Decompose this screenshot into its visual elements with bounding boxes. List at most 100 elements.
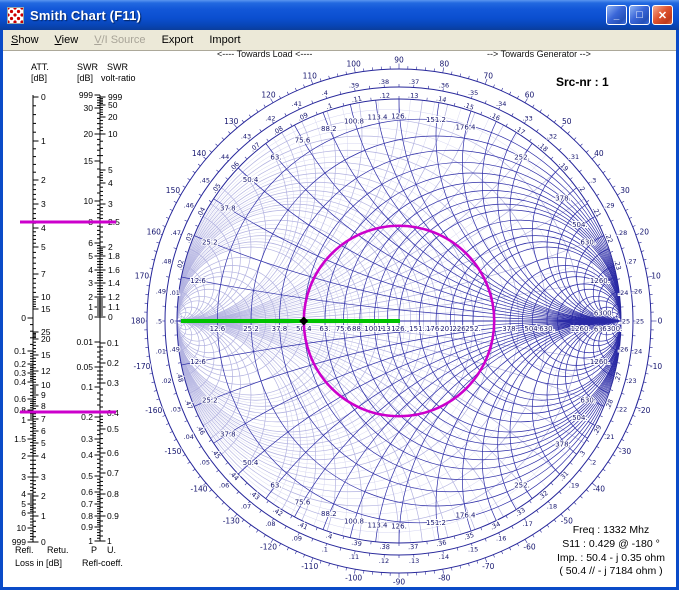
svg-text:504.: 504.: [572, 221, 588, 229]
svg-text:4: 4: [21, 489, 26, 499]
svg-text:1.4: 1.4: [108, 278, 120, 288]
svg-text:.18: .18: [547, 502, 557, 510]
svg-text:.48: .48: [175, 371, 185, 383]
svg-text:5: 5: [108, 165, 113, 175]
svg-text:.05: .05: [210, 182, 223, 195]
svg-text:.15: .15: [463, 101, 475, 112]
svg-text:3: 3: [41, 472, 46, 482]
svg-text:630.: 630.: [580, 239, 596, 247]
svg-text:.43: .43: [241, 132, 251, 140]
svg-text:-40: -40: [593, 484, 605, 493]
svg-text:.17: .17: [513, 124, 526, 136]
impedance-readout: Imp. : 50.4 - j 0.35 ohm: [557, 551, 665, 564]
scale-footer-4: U.: [107, 545, 116, 555]
svg-text:5: 5: [41, 438, 46, 448]
svg-text:126.: 126.: [391, 325, 407, 333]
svg-text:10: 10: [84, 196, 94, 206]
svg-text:0.2: 0.2: [107, 358, 119, 368]
svg-text:.14: .14: [439, 553, 449, 561]
svg-text:.3: .3: [590, 176, 596, 184]
svg-text:.09: .09: [292, 534, 302, 542]
svg-text:3: 3: [21, 472, 26, 482]
svg-text:4: 4: [88, 265, 93, 275]
svg-text:10: 10: [41, 292, 51, 302]
svg-text:.36: .36: [439, 82, 449, 90]
svg-text:-30: -30: [619, 447, 631, 456]
svg-text:-110: -110: [301, 562, 318, 571]
svg-text:150: 150: [166, 186, 181, 195]
svg-text:.07: .07: [249, 141, 262, 154]
svg-text:.01: .01: [156, 347, 166, 355]
svg-text:170: 170: [135, 271, 150, 280]
svg-text:.09: .09: [297, 111, 310, 123]
svg-text:0.5: 0.5: [107, 424, 119, 434]
svg-text:0.7: 0.7: [81, 499, 93, 509]
svg-text:37.8: 37.8: [272, 325, 288, 333]
scale-header-1: [dB]: [31, 73, 48, 83]
svg-text:378.: 378.: [555, 195, 571, 203]
svg-text:0.05: 0.05: [76, 362, 93, 372]
svg-text:20: 20: [639, 227, 649, 236]
svg-text:113.4: 113.4: [367, 114, 388, 122]
svg-text:3: 3: [88, 278, 93, 288]
svg-text:12.6: 12.6: [190, 358, 206, 366]
svg-text:1: 1: [41, 136, 46, 146]
svg-text:504.: 504.: [572, 414, 588, 422]
svg-text:630.: 630.: [539, 325, 555, 333]
svg-text:10: 10: [108, 129, 118, 139]
svg-text:6300.: 6300.: [602, 325, 622, 333]
svg-text:0.7: 0.7: [107, 468, 119, 478]
svg-text:0.8: 0.8: [81, 511, 93, 521]
svg-text:20: 20: [108, 112, 118, 122]
s11-readout: S11 : 0.429 @ -180 °: [562, 537, 660, 550]
svg-text:12.6: 12.6: [210, 325, 226, 333]
svg-text:1260.: 1260.: [571, 325, 591, 333]
svg-text:.34: .34: [489, 520, 502, 532]
svg-text:252.: 252.: [465, 325, 481, 333]
svg-text:.08: .08: [272, 124, 285, 136]
svg-text:.39: .39: [349, 82, 359, 90]
svg-text:4: 4: [108, 178, 113, 188]
app-window: Smith Chart (F11) _ □ ✕ Show View V/I Sour…: [0, 0, 679, 590]
svg-text:.42: .42: [271, 506, 284, 518]
svg-text:.07: .07: [241, 502, 251, 510]
svg-text:.41: .41: [292, 100, 302, 108]
content-area: 0. .01.02.03.04.05.06.07.08.09.1.11.12.13…: [3, 49, 676, 588]
svg-text:110: 110: [303, 71, 318, 80]
towards-load-label: <---- Towards Load <----: [217, 49, 313, 59]
svg-text:1.2: 1.2: [108, 292, 120, 302]
svg-text:12.6: 12.6: [190, 277, 206, 285]
svg-text:-60: -60: [523, 543, 535, 552]
svg-text:.31: .31: [569, 153, 579, 161]
svg-text:.24: .24: [632, 347, 642, 355]
svg-text:15: 15: [41, 304, 51, 314]
svg-text:.02: .02: [161, 377, 171, 385]
svg-text:7: 7: [41, 269, 46, 279]
svg-text:113.4: 113.4: [367, 521, 388, 529]
svg-text:37.8: 37.8: [220, 430, 236, 438]
svg-text:.22: .22: [617, 406, 627, 414]
svg-text:.39: .39: [351, 538, 363, 548]
svg-text:.21: .21: [604, 433, 614, 441]
svg-text:.05: .05: [200, 458, 210, 466]
scale-footer-2: Loss in [dB]: [15, 558, 63, 568]
svg-text:-160: -160: [145, 406, 162, 415]
svg-text:0.6: 0.6: [107, 448, 119, 458]
svg-text:20: 20: [84, 129, 94, 139]
svg-text:63.: 63.: [270, 154, 281, 162]
svg-text:0.: 0.: [170, 317, 176, 325]
svg-text:.36: .36: [436, 538, 448, 548]
svg-text:.27: .27: [626, 258, 636, 266]
svg-text:10: 10: [41, 380, 51, 390]
svg-text:10: 10: [17, 523, 27, 533]
svg-text:1260.: 1260.: [590, 358, 610, 366]
svg-text:.1: .1: [322, 546, 328, 554]
svg-text:.04: .04: [195, 206, 207, 219]
svg-text:.38: .38: [379, 78, 389, 86]
nomograph-scales: 0123457101500.10.20.30.40.60.811.5234561…: [12, 90, 123, 547]
svg-text:0.8: 0.8: [107, 489, 119, 499]
svg-text:-70: -70: [482, 562, 494, 571]
svg-text:.12: .12: [379, 557, 389, 565]
svg-text:0.4: 0.4: [14, 377, 26, 387]
svg-text:50.4: 50.4: [243, 176, 259, 184]
